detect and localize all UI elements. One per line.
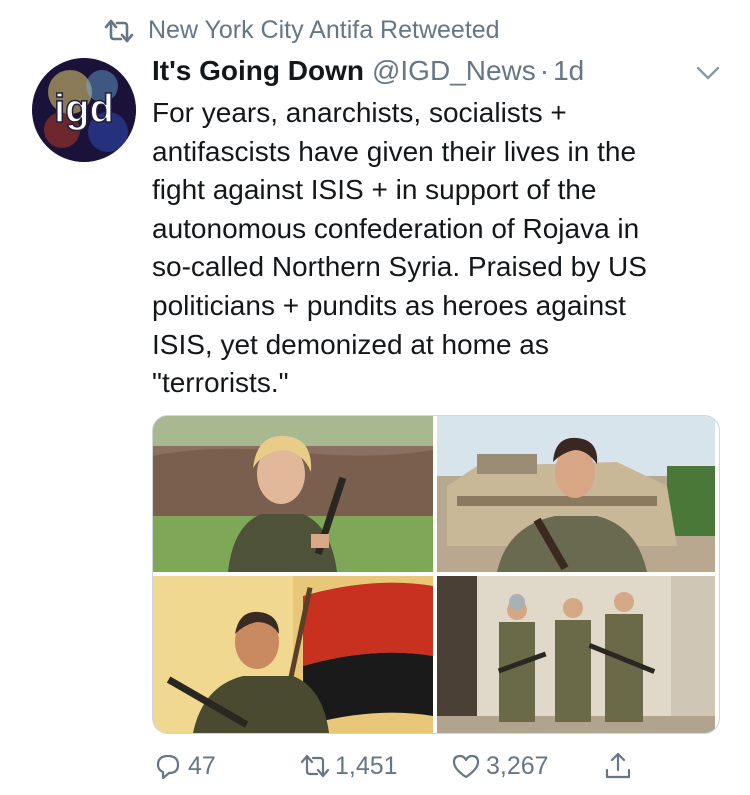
share-button[interactable] — [602, 748, 638, 784]
tweet-actions: 47 1,451 3,267 — [152, 748, 652, 784]
media-grid — [152, 415, 720, 734]
avatar[interactable]: igd — [32, 58, 136, 162]
avatar-logo-text: igd — [54, 87, 114, 131]
retweet-icon — [104, 19, 134, 42]
tweet-header: It's Going Down @IGD_News · 1d — [152, 55, 584, 87]
reply-count: 47 — [188, 751, 216, 780]
retweet-button[interactable]: 1,451 — [299, 748, 398, 784]
chevron-down-icon[interactable] — [694, 62, 722, 84]
media-photo-3[interactable] — [153, 576, 433, 733]
tweet-timestamp[interactable]: 1d — [553, 55, 584, 87]
tweet-text: For years, anarchists, socialists + anti… — [152, 97, 647, 399]
reply-button[interactable]: 47 — [152, 748, 216, 784]
share-icon — [605, 752, 631, 779]
reply-icon — [156, 754, 180, 780]
retweet-context-label: New York City Antifa Retweeted — [148, 16, 500, 44]
media-photo-2[interactable] — [437, 416, 715, 572]
heart-icon — [452, 754, 480, 779]
author-name[interactable]: It's Going Down — [152, 55, 364, 87]
retweet-icon — [300, 754, 330, 778]
retweet-count: 1,451 — [335, 751, 398, 780]
media-photo-1[interactable] — [153, 416, 433, 572]
header-separator: · — [539, 55, 550, 86]
author-handle[interactable]: @IGD_News — [372, 55, 536, 87]
retweet-context[interactable]: New York City Antifa Retweeted — [102, 16, 500, 45]
media-photo-4[interactable] — [437, 576, 715, 733]
like-button[interactable]: 3,267 — [450, 748, 549, 784]
like-count: 3,267 — [486, 751, 549, 780]
